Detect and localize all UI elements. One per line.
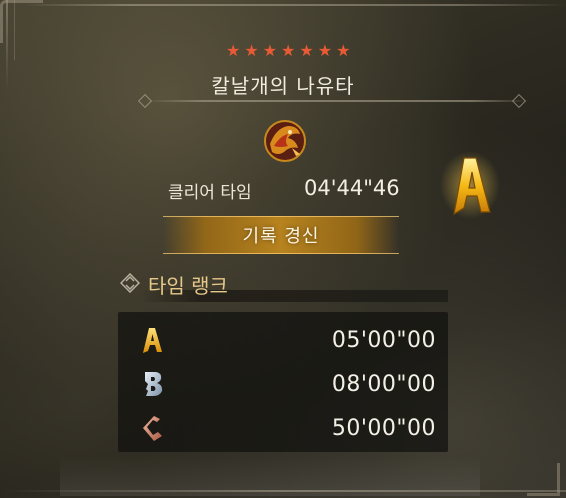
star-icon: ★ [262, 41, 278, 60]
rank-row-c: 50'00"00 [118, 408, 448, 448]
monster-name: 칼날개의 나유타 [211, 74, 355, 98]
difficulty-stars: ★ ★ ★ ★ ★ ★ ★ [226, 42, 350, 60]
rank-c-time: 50'00"00 [331, 415, 436, 441]
star-icon: ★ [244, 41, 259, 60]
clear-time-label: 클리어 타임 [168, 183, 252, 203]
clear-time-value: 04'44"46 [304, 176, 400, 200]
star-icon: ★ [226, 41, 241, 60]
rank-row-a: 05'00"00 [118, 320, 448, 360]
star-icon: ★ [281, 41, 296, 60]
star-icon: ★ [336, 41, 351, 60]
time-rank-icon [119, 272, 141, 297]
record-updated-label: 기록 경신 [242, 226, 320, 247]
monster-portrait-icon [262, 118, 308, 164]
rank-b-time: 08'00"00 [331, 371, 436, 397]
star-icon: ★ [317, 41, 333, 60]
frame-bottom-corner-ornament [527, 463, 560, 496]
background-ground-strip [60, 456, 480, 496]
rank-a-icon [138, 325, 168, 355]
record-updated-banner: 기록 경신 [163, 216, 399, 254]
time-rank-header: 타임 랭크 [119, 270, 228, 299]
rank-a-time: 05'00"00 [331, 327, 436, 353]
rank-a-badge-icon [440, 150, 500, 220]
time-rank-title: 타임 랭크 [148, 274, 228, 298]
frame-left-inner-border [14, 0, 15, 60]
time-rank-panel: 05'00"00 08'00"00 50'00"00 [118, 312, 448, 452]
rank-row-b: 08'00"00 [118, 364, 448, 404]
title-divider [146, 100, 530, 102]
rank-c-icon [138, 413, 168, 443]
frame-top-border [22, 4, 566, 6]
star-icon: ★ [299, 41, 314, 60]
rank-b-icon [138, 369, 168, 399]
